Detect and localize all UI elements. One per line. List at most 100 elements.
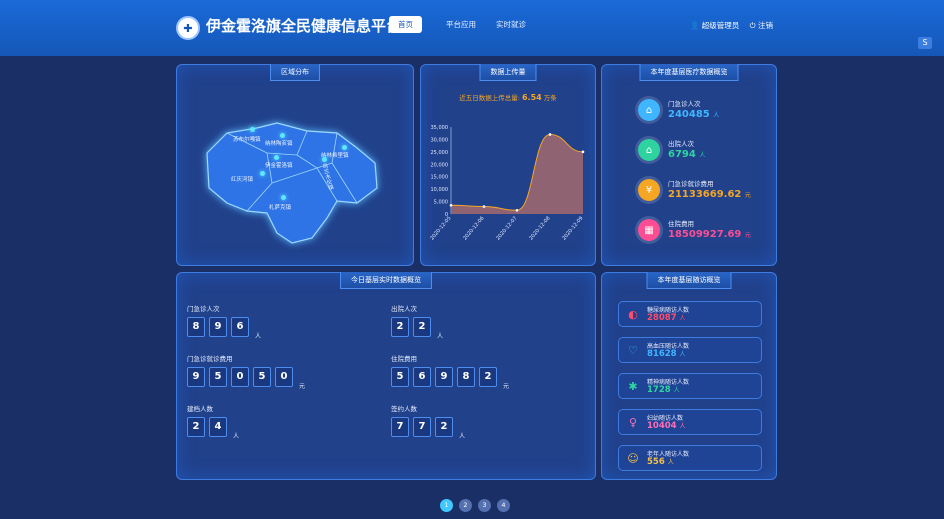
- stat-value: 240485 人: [668, 109, 719, 120]
- data-point: [515, 208, 519, 212]
- stat-label: 住院费用: [668, 220, 694, 228]
- digit: 9: [435, 367, 453, 387]
- digit-counter: 896人: [187, 317, 261, 340]
- digit-counter: 22人: [391, 317, 444, 340]
- digit: 8: [187, 317, 205, 337]
- followup-item[interactable]: ♡ 高血压随访人数 81628 人: [618, 337, 762, 363]
- digit: 0: [231, 367, 249, 387]
- nav-platform-apps[interactable]: 平台应用: [446, 19, 476, 30]
- x-tick-label: 2020-12-05: [429, 215, 452, 241]
- page-dot-4[interactable]: 4: [497, 499, 510, 512]
- followup-item[interactable]: ☺ 老年人随访人数 556 人: [618, 445, 762, 471]
- followup-value: 1728 人: [647, 385, 680, 395]
- nav-home[interactable]: 首页: [389, 16, 422, 33]
- upload-total-unit: 万条: [543, 94, 557, 102]
- power-icon[interactable]: ⏻: [750, 21, 756, 30]
- digit: 5: [209, 367, 227, 387]
- town-label: 伊金霍洛镇: [265, 163, 293, 169]
- x-tick-label: 2020-12-06: [462, 215, 485, 241]
- data-point: [449, 204, 453, 207]
- stat-number: 6794: [668, 149, 696, 160]
- page-indicator: 1 2 3 4: [440, 499, 510, 512]
- town-label: 红庆河镇: [231, 177, 254, 183]
- hospital-icon: ⌂: [638, 99, 660, 121]
- digit: 2: [391, 317, 409, 337]
- user-name[interactable]: 超级管理员: [702, 21, 740, 30]
- followup-value: 28087 人: [647, 313, 686, 323]
- digit-counter: 24人: [187, 417, 240, 440]
- followup-number: 10404: [647, 421, 677, 431]
- digit: 6: [413, 367, 431, 387]
- digit: 9: [187, 367, 205, 387]
- upload-total-value: 6.54: [521, 93, 542, 102]
- y-tick-label: 5,000: [434, 200, 448, 206]
- stat-number: 21133669.62: [668, 189, 742, 200]
- followup-value: 81628 人: [647, 349, 686, 359]
- town-dot[interactable]: [260, 171, 265, 176]
- realtime-label: 建档人数: [187, 405, 213, 413]
- skin-toggle-icon[interactable]: S: [918, 37, 932, 49]
- digit-unit: 人: [437, 333, 444, 340]
- digit-unit: 人: [459, 433, 466, 440]
- digit-unit: 人: [233, 433, 240, 440]
- followup-item[interactable]: ✱ 精神病随访人数 1728 人: [618, 373, 762, 399]
- town-dot[interactable]: [342, 145, 347, 150]
- stat-label: 门急诊人次: [668, 100, 701, 108]
- stat-label: 门急诊就诊费用: [668, 180, 714, 188]
- panel-title: 今日基层实时数据概览: [340, 272, 432, 289]
- stat-value: 21133669.62 元: [668, 189, 751, 200]
- money-icon: ¥: [638, 179, 660, 201]
- digit: 2: [413, 317, 431, 337]
- upload-total: 近五日数据上传总量: 6.54 万条: [421, 92, 595, 102]
- digit-counter: 772人: [391, 417, 466, 440]
- stat-number: 240485: [668, 109, 710, 120]
- x-tick-label: 2020-12-07: [495, 215, 518, 241]
- logout-button[interactable]: 注销: [758, 21, 773, 30]
- town-dot[interactable]: [280, 133, 285, 138]
- digit: 5: [391, 367, 409, 387]
- region-map[interactable]: [197, 93, 397, 253]
- nav-realtime-visits[interactable]: 实时就诊: [496, 19, 526, 30]
- town-dot[interactable]: [250, 127, 255, 132]
- followup-unit: 人: [679, 351, 686, 358]
- data-point: [581, 150, 585, 154]
- followup-panel: 本年度基层随访概览 ◐ 糖尿病随访人数 28087 人 ♡ 高血压随访人数 816…: [601, 272, 777, 480]
- y-tick-label: 10,000: [431, 187, 449, 193]
- digit-counter: 95050元: [187, 367, 305, 390]
- followup-unit: 人: [679, 315, 686, 322]
- data-point: [482, 205, 486, 208]
- panel-title: 区域分布: [270, 64, 320, 81]
- elderly-icon: ☺: [627, 452, 639, 465]
- realtime-panel: 今日基层实时数据概览 门急诊人次 8 9 6 人出院人次 2 2 人门急诊就诊费用 9 5 0 5 0 元…: [176, 272, 596, 480]
- followup-unit: 人: [673, 387, 680, 394]
- y-tick-label: 20,000: [431, 162, 449, 168]
- page-dot-3[interactable]: 3: [478, 499, 491, 512]
- y-tick-label: 15,000: [431, 175, 449, 181]
- stat-number: 18509927.69: [668, 229, 742, 240]
- page-dot-1[interactable]: 1: [440, 499, 453, 512]
- followup-value: 556 人: [647, 457, 674, 467]
- upload-area-chart[interactable]: 35,000 30,000 25,000 20,000 15,000 10,000 5,00…: [421, 105, 597, 265]
- upload-total-prefix: 近五日数据上传总量:: [459, 94, 520, 102]
- page-dot-2[interactable]: 2: [459, 499, 472, 512]
- followup-number: 28087: [647, 313, 677, 323]
- realtime-label: 门急诊就诊费用: [187, 355, 233, 363]
- followup-item[interactable]: ◐ 糖尿病随访人数 28087 人: [618, 301, 762, 327]
- town-dot[interactable]: [274, 155, 279, 160]
- region-map-panel: 区域分布 苏布尔嘎镇 纳林陶亥镇 伊金霍洛镇 纳林希里镇 乌兰木伦镇 红庆河镇 …: [176, 64, 414, 266]
- town-dot[interactable]: [322, 157, 327, 162]
- y-tick-label: 25,000: [431, 150, 449, 156]
- town-dot[interactable]: [281, 195, 286, 200]
- followup-value: 10404 人: [647, 421, 686, 431]
- followup-item[interactable]: ♀ 妇幼随访人数 10404 人: [618, 409, 762, 435]
- town-label: 苏布尔嘎镇: [233, 137, 261, 143]
- digit: 6: [231, 317, 249, 337]
- y-tick-label: 30,000: [431, 137, 449, 143]
- medical-overview-panel: 本年度基层医疗数据概览 ⌂ 门急诊人次 240485 人 ⌂ 出院人次 6794 …: [601, 64, 777, 266]
- panel-title: 数据上传量: [479, 64, 537, 81]
- data-point: [548, 133, 552, 136]
- followup-unit: 人: [679, 423, 686, 430]
- platform-logo: ✚: [176, 16, 200, 40]
- realtime-label: 门急诊人次: [187, 305, 220, 313]
- y-tick-label: 35,000: [431, 125, 449, 131]
